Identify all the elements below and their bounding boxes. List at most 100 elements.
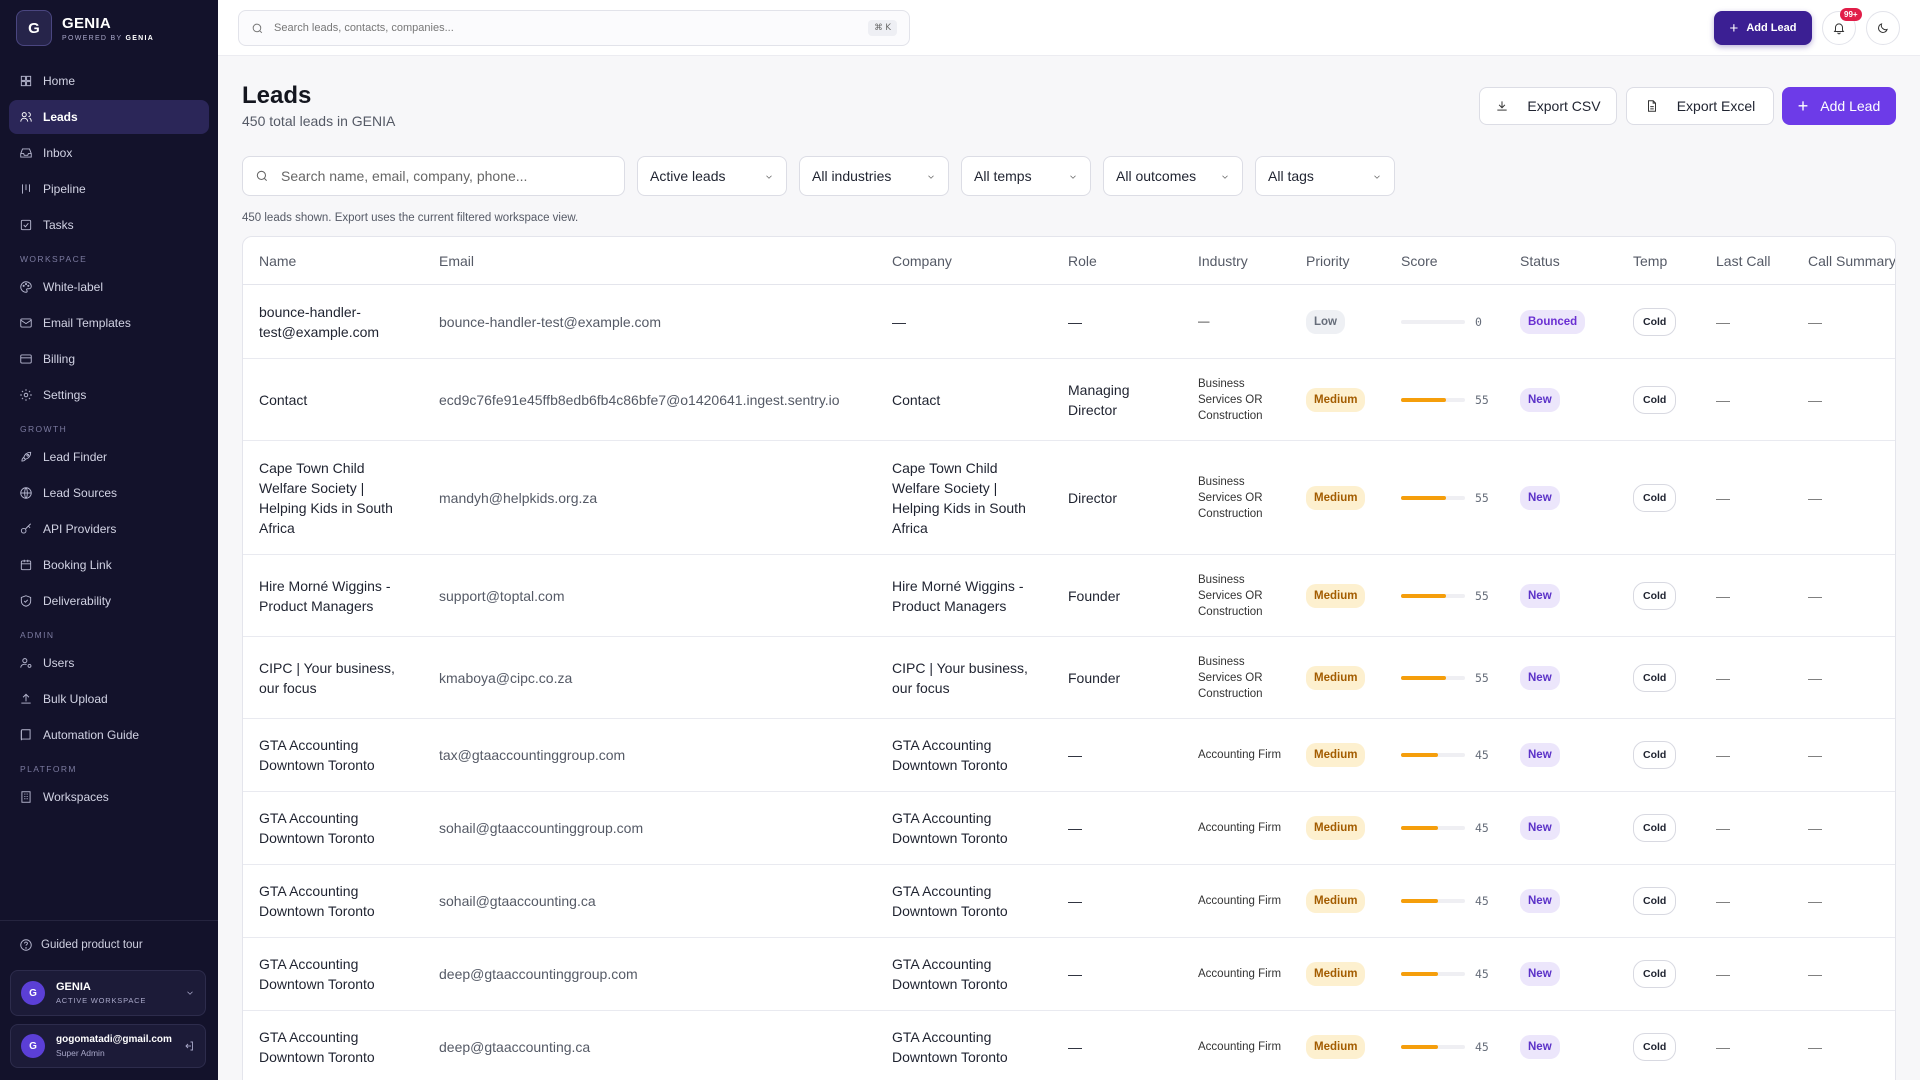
sidebar-item-leads[interactable]: Leads	[9, 100, 209, 134]
lead-name[interactable]: bounce-handler-test@example.com	[259, 302, 409, 342]
sidebar-item-users[interactable]: Users	[9, 646, 209, 680]
lead-role: Managing Director	[1068, 381, 1130, 418]
sidebar-item-deliverability[interactable]: Deliverability	[9, 584, 209, 618]
sidebar-item-bulk-upload[interactable]: Bulk Upload	[9, 682, 209, 716]
sidebar-item-home[interactable]: Home	[9, 64, 209, 98]
column-header-call-summary[interactable]: Call Summary	[1808, 253, 1895, 269]
sidebar-item-automation-guide[interactable]: Automation Guide	[9, 718, 209, 752]
lead-name[interactable]: Hire Morné Wiggins - Product Managers	[259, 576, 409, 616]
lead-name[interactable]: GTA Accounting Downtown Toronto	[259, 808, 409, 848]
logout-icon[interactable]	[183, 1040, 195, 1052]
table-row[interactable]: bounce-handler-test@example.com bounce-ha…	[243, 285, 1895, 359]
temp-badge: Cold	[1633, 663, 1677, 692]
sidebar-item-settings[interactable]: Settings	[9, 378, 209, 412]
sidebar-item-billing[interactable]: Billing	[9, 342, 209, 376]
column-header-industry[interactable]: Industry	[1198, 253, 1248, 269]
score-value: 55	[1475, 670, 1489, 685]
brand-name: GENIA	[62, 14, 112, 32]
add-lead-button[interactable]: + Add Lead	[1782, 87, 1896, 125]
column-header-company[interactable]: Company	[892, 253, 952, 269]
table-row[interactable]: GTA Accounting Downtown Toronto tax@gtaac…	[243, 719, 1895, 792]
column-header-priority[interactable]: Priority	[1306, 253, 1350, 269]
table-row[interactable]: Cape Town Child Welfare Society | Helpin…	[243, 441, 1895, 555]
sidebar-divider	[0, 920, 218, 921]
score-cell: 45	[1401, 745, 1489, 765]
priority-cell: Medium	[1306, 387, 1366, 412]
score-cell: 55	[1401, 668, 1489, 688]
column-header-score[interactable]: Score	[1401, 253, 1438, 269]
lead-search[interactable]	[242, 156, 625, 196]
lead-name[interactable]: GTA Accounting Downtown Toronto	[259, 954, 409, 994]
global-search[interactable]: ⌘ K	[238, 10, 910, 46]
lead-name[interactable]: Contact	[259, 390, 409, 410]
guided-tour-link[interactable]: Guided product tour	[19, 938, 143, 952]
sidebar-item-workspaces[interactable]: Workspaces	[9, 780, 209, 814]
filter-outcome-select[interactable]: All outcomes	[1103, 156, 1243, 196]
sidebar-item-inbox[interactable]: Inbox	[9, 136, 209, 170]
lead-search-input[interactable]	[281, 168, 601, 184]
global-search-input[interactable]	[274, 22, 834, 34]
lead-name[interactable]: GTA Accounting Downtown Toronto	[259, 735, 409, 775]
chevron-down-icon	[1222, 175, 1228, 179]
pipeline-icon	[22, 184, 30, 194]
lead-industry: —	[1198, 315, 1210, 328]
lead-name[interactable]: CIPC | Your business, our focus	[259, 658, 409, 698]
table-row[interactable]: GTA Accounting Downtown Toronto deep@gtaa…	[243, 938, 1895, 1011]
status-cell: New	[1520, 816, 1560, 840]
sidebar-item-booking-link[interactable]: Booking Link	[9, 548, 209, 582]
lead-role: —	[1068, 1039, 1082, 1055]
score-bar	[1401, 319, 1465, 324]
workspace-switcher[interactable]: G GENIA ACTIVE WORKSPACE	[10, 970, 206, 1016]
table-row[interactable]: GTA Accounting Downtown Toronto sohail@gt…	[243, 865, 1895, 938]
lead-name[interactable]: Cape Town Child Welfare Society | Helpin…	[259, 458, 409, 538]
score-bar	[1401, 753, 1465, 757]
sidebar-item-api-providers[interactable]: API Providers	[9, 512, 209, 546]
brand[interactable]: G GENIA POWERED BY GENIA	[16, 10, 154, 46]
lead-name[interactable]: GTA Accounting Downtown Toronto	[259, 1027, 409, 1067]
sidebar-item-label: Tasks	[43, 218, 74, 232]
column-header-temp[interactable]: Temp	[1633, 253, 1667, 269]
table-row[interactable]: CIPC | Your business, our focus kmaboya@c…	[243, 637, 1895, 719]
priority-cell: Medium	[1306, 583, 1366, 608]
sidebar-item-lead-sources[interactable]: Lead Sources	[9, 476, 209, 510]
table-row[interactable]: GTA Accounting Downtown Toronto deep@gtaa…	[243, 1011, 1895, 1080]
column-header-status[interactable]: Status	[1520, 253, 1560, 269]
temp-cell: Cold	[1633, 307, 1677, 336]
sidebar-item-lead-finder[interactable]: Lead Finder	[9, 440, 209, 474]
status-cell: New	[1520, 583, 1560, 608]
topbar-add-lead-button[interactable]: + Add Lead	[1714, 11, 1812, 45]
call-summary: —	[1808, 820, 1822, 836]
brand-powered-by: POWERED BY GENIA	[62, 34, 155, 42]
score-value: 55	[1475, 392, 1489, 407]
plus-icon: +	[1797, 95, 1809, 116]
filter-temp-select[interactable]: All temps	[961, 156, 1091, 196]
sidebar-section-admin: ADMIN	[20, 630, 55, 640]
table-row[interactable]: Hire Morné Wiggins - Product Managers sup…	[243, 555, 1895, 637]
column-header-role[interactable]: Role	[1068, 253, 1097, 269]
sidebar-item-email-templates[interactable]: Email Templates	[9, 306, 209, 340]
table-row[interactable]: Contact ecd9c76fe91e45ffb8edb6fb4c86bfe7@…	[243, 359, 1895, 441]
column-header-email[interactable]: Email	[439, 253, 474, 269]
sidebar-item-white-label[interactable]: White-label	[9, 270, 209, 304]
export-excel-button[interactable]: Export Excel	[1626, 87, 1774, 125]
column-header-name[interactable]: Name	[259, 253, 296, 269]
lead-name[interactable]: GTA Accounting Downtown Toronto	[259, 881, 409, 921]
chevron-down-icon	[766, 175, 772, 179]
table-row[interactable]: GTA Accounting Downtown Toronto sohail@gt…	[243, 792, 1895, 865]
call-summary: —	[1808, 391, 1822, 408]
priority-badge: Medium	[1306, 962, 1366, 986]
lead-email: support@toptal.com	[439, 587, 565, 604]
sidebar-item-tasks[interactable]: Tasks	[9, 208, 209, 242]
filter-industry-select[interactable]: All industries	[799, 156, 949, 196]
sidebar-item-pipeline[interactable]: Pipeline	[9, 172, 209, 206]
filter-status-select[interactable]: Active leads	[637, 156, 787, 196]
user-card[interactable]: G gogomatadi@gmail.com Super Admin	[10, 1024, 206, 1068]
status-badge: Bounced	[1520, 309, 1586, 334]
theme-toggle-button[interactable]	[1866, 11, 1900, 45]
score-bar	[1401, 593, 1465, 598]
filter-tags-select[interactable]: All tags	[1255, 156, 1395, 196]
column-header-last-call[interactable]: Last Call	[1716, 253, 1770, 269]
export-csv-button[interactable]: Export CSV	[1479, 87, 1617, 125]
lead-industry: Accounting Firm	[1198, 1041, 1282, 1053]
call-summary: —	[1808, 966, 1822, 982]
